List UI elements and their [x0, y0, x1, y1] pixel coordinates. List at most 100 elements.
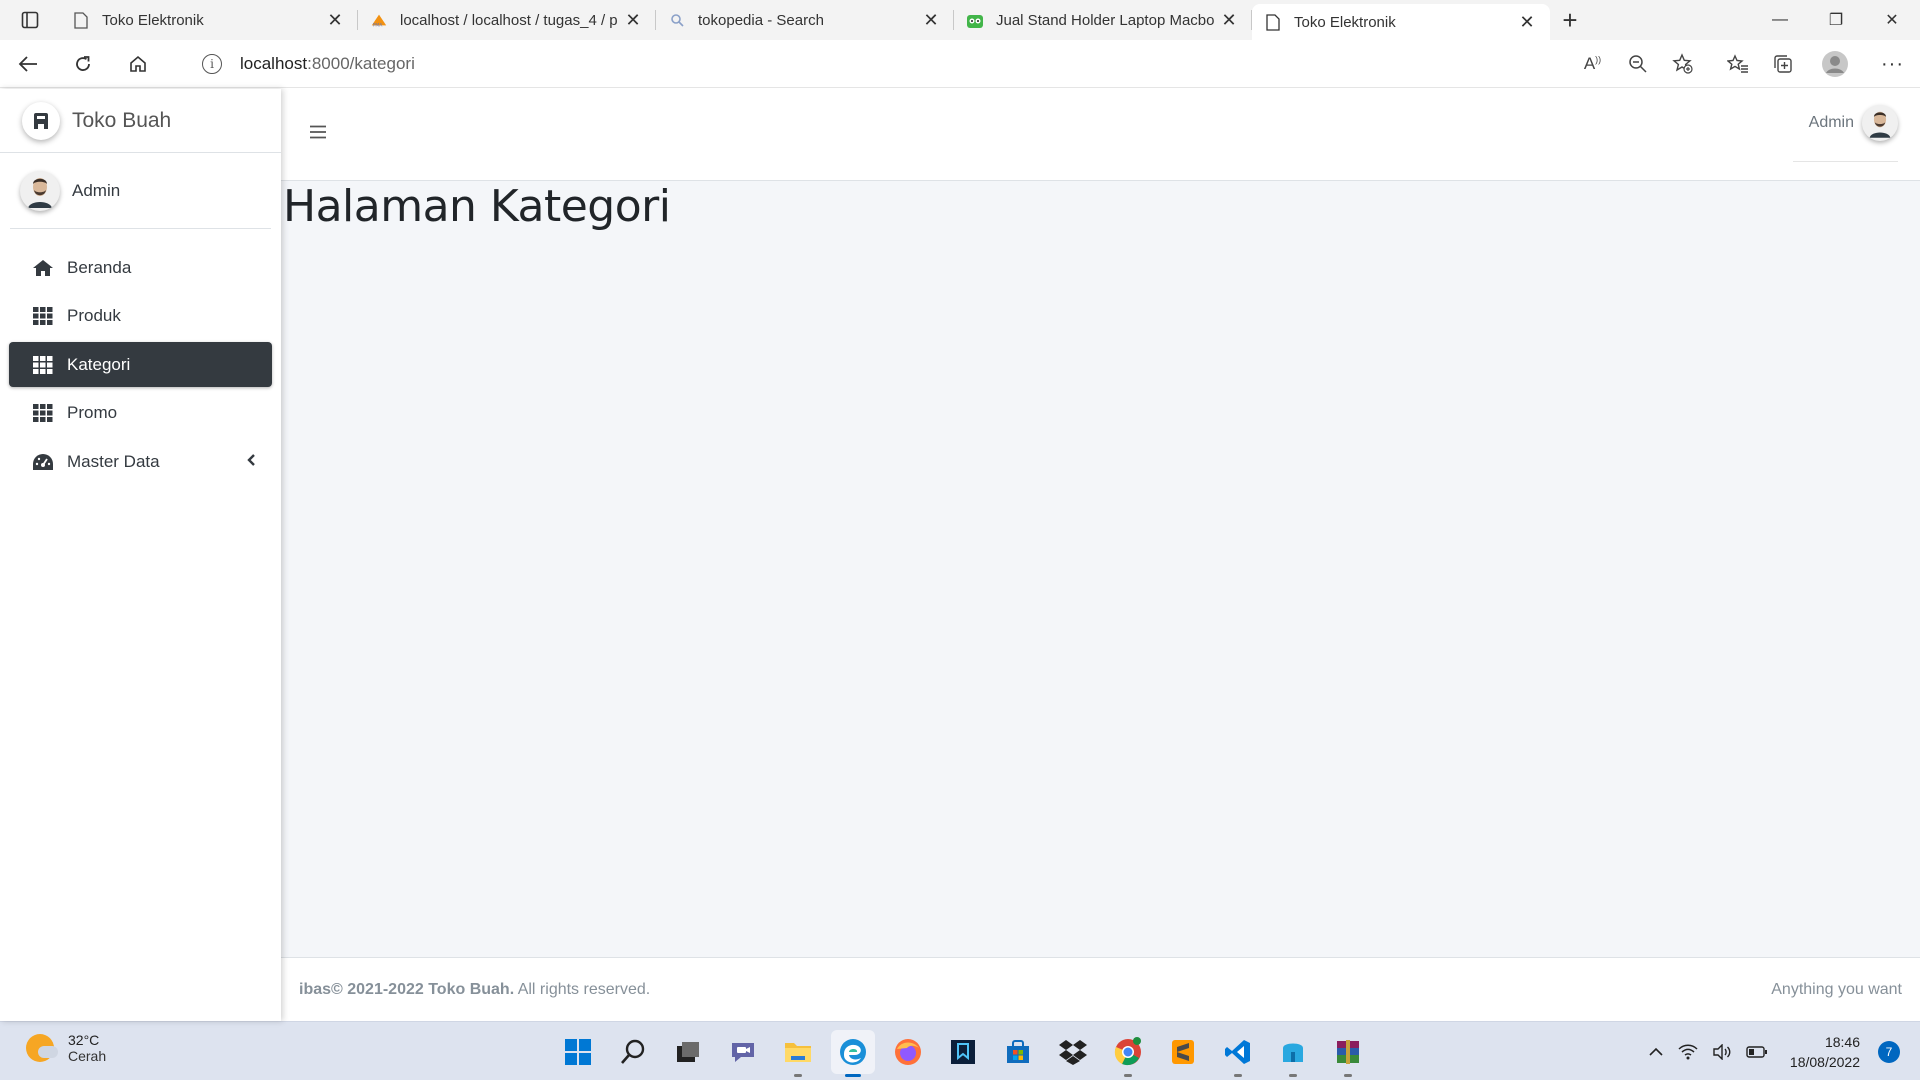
- content-wrapper: Admin Halaman Kategori ibas© 2021-2022 T…: [281, 89, 1920, 1021]
- close-icon[interactable]: ✕: [324, 9, 346, 31]
- home-button[interactable]: [110, 40, 165, 88]
- hamburger-icon: [310, 125, 326, 139]
- avatar: [1862, 105, 1898, 141]
- dashboard-icon: [31, 452, 55, 472]
- info-icon[interactable]: i: [202, 54, 222, 74]
- sidebar-item-label: Kategori: [67, 354, 131, 374]
- url-path: :8000/kategori: [307, 54, 415, 73]
- more-menu-button[interactable]: ···: [1865, 40, 1920, 88]
- browser-tab-2[interactable]: PMA localhost / localhost / tugas_4 / p …: [358, 0, 656, 40]
- browser-tab-1[interactable]: Toko Elektronik ✕: [60, 0, 358, 40]
- window-controls: — ❐ ✕: [1752, 0, 1920, 40]
- add-favorite-button[interactable]: [1660, 40, 1705, 88]
- browser-tab-3[interactable]: tokopedia - Search ✕: [656, 0, 954, 40]
- taskbar: 32°C Cerah 18:46 18/08/2022 7: [0, 1021, 1920, 1080]
- brand-logo-icon: [22, 101, 60, 140]
- vscode-icon: [1225, 1040, 1250, 1064]
- zoom-out-button[interactable]: [1615, 40, 1660, 88]
- profile-button[interactable]: [1805, 40, 1865, 88]
- vscode-button[interactable]: [1216, 1030, 1260, 1077]
- chrome-button[interactable]: [1106, 1030, 1150, 1077]
- close-icon[interactable]: ✕: [920, 9, 942, 31]
- tab-title: tokopedia - Search: [698, 11, 824, 29]
- chevron-up-icon: [1649, 1047, 1663, 1056]
- start-button[interactable]: [556, 1030, 600, 1074]
- close-icon[interactable]: ✕: [622, 9, 644, 31]
- read-aloud-button[interactable]: A)): [1570, 40, 1615, 88]
- collections-button[interactable]: [1760, 40, 1805, 88]
- favorites-button[interactable]: [1715, 40, 1760, 88]
- microsoft-store-button[interactable]: [996, 1030, 1040, 1074]
- brand-link[interactable]: Toko Buah: [0, 89, 281, 153]
- running-indicator: [1234, 1074, 1242, 1077]
- tokopedia-icon: [966, 11, 984, 29]
- visual-studio-button[interactable]: [941, 1030, 985, 1074]
- new-tab-button[interactable]: +: [1550, 0, 1590, 40]
- taskbar-apps: [556, 1030, 1381, 1077]
- file-explorer-button[interactable]: [776, 1030, 820, 1077]
- winrar-button[interactable]: [1326, 1030, 1370, 1077]
- footer-copyright: ibas© 2021-2022 Toko Buah.: [299, 980, 515, 998]
- sidebar-item-produk[interactable]: Produk: [9, 294, 272, 339]
- task-view-button[interactable]: [666, 1030, 710, 1074]
- page-title: Halaman Kategori: [283, 181, 671, 232]
- search-button[interactable]: [611, 1030, 655, 1074]
- avatar: [20, 170, 60, 211]
- grid-icon: [31, 355, 55, 375]
- grid-icon: [31, 306, 55, 326]
- notification-badge[interactable]: 7: [1878, 1040, 1900, 1063]
- close-icon[interactable]: ✕: [1516, 11, 1538, 33]
- zoom-out-icon: [1628, 55, 1647, 73]
- svg-text:PMA: PMA: [373, 22, 384, 28]
- read-aloud-icon: A)): [1583, 54, 1602, 73]
- temperature: 32°C: [68, 1032, 100, 1048]
- browser-tab-5[interactable]: Toko Elektronik ✕: [1252, 4, 1550, 40]
- sidebar-item-master-data[interactable]: Master Data: [9, 439, 272, 484]
- sublime-icon: [1172, 1040, 1194, 1064]
- address-bar[interactable]: i localhost:8000/kategori: [180, 46, 1680, 82]
- visual-studio-icon: [951, 1040, 975, 1064]
- sidebar-item-label: Promo: [67, 403, 118, 422]
- user-panel[interactable]: Admin: [10, 153, 271, 229]
- volume-button[interactable]: [1712, 1043, 1732, 1060]
- edge-browser-button[interactable]: [831, 1030, 875, 1077]
- footer: ibas© 2021-2022 Toko Buah. All rights re…: [281, 957, 1920, 1021]
- close-window-button[interactable]: ✕: [1864, 0, 1920, 40]
- folder-icon: [785, 1043, 811, 1062]
- wifi-button[interactable]: [1678, 1044, 1698, 1060]
- store-icon: [1007, 1040, 1029, 1063]
- windows-terminal-button[interactable]: [1271, 1030, 1315, 1077]
- home-icon: [31, 258, 55, 278]
- refresh-icon: [75, 55, 90, 71]
- sidebar-item-promo[interactable]: Promo: [9, 391, 272, 436]
- running-indicator: [794, 1074, 802, 1077]
- firefox-button[interactable]: [886, 1030, 930, 1074]
- back-button[interactable]: [0, 40, 55, 88]
- minimize-button[interactable]: —: [1752, 0, 1808, 40]
- tab-actions-icon: [21, 11, 39, 29]
- tab-title: Jual Stand Holder Laptop Macbo: [996, 11, 1215, 29]
- refresh-button[interactable]: [55, 40, 110, 88]
- clock[interactable]: 18:46 18/08/2022: [1790, 1032, 1860, 1072]
- show-hidden-icons-button[interactable]: [1648, 1047, 1664, 1057]
- tab-actions-button[interactable]: [0, 0, 60, 40]
- user-name: Admin: [72, 180, 121, 200]
- sidebar-item-kategori[interactable]: Kategori: [9, 342, 272, 387]
- system-tray: 18:46 18/08/2022 7: [1634, 1022, 1900, 1080]
- sublime-text-button[interactable]: [1161, 1030, 1205, 1074]
- search-icon: [668, 11, 686, 29]
- battery-button[interactable]: [1746, 1045, 1768, 1059]
- app-icon: [1283, 1043, 1303, 1062]
- phpmyadmin-icon: PMA: [370, 11, 388, 29]
- restore-button[interactable]: ❐: [1808, 0, 1864, 40]
- sidebar-item-beranda[interactable]: Beranda: [9, 245, 272, 290]
- dropbox-button[interactable]: [1051, 1030, 1095, 1074]
- weather-widget[interactable]: 32°C Cerah: [26, 1032, 106, 1064]
- browser-tab-4[interactable]: Jual Stand Holder Laptop Macbo ✕: [954, 0, 1252, 40]
- teams-chat-button[interactable]: [721, 1030, 765, 1074]
- user-menu[interactable]: Admin: [1792, 105, 1898, 162]
- edge-icon: [840, 1039, 866, 1065]
- menu-toggle-button[interactable]: [310, 125, 326, 144]
- close-icon[interactable]: ✕: [1218, 9, 1240, 31]
- task-view-icon: [677, 1042, 699, 1062]
